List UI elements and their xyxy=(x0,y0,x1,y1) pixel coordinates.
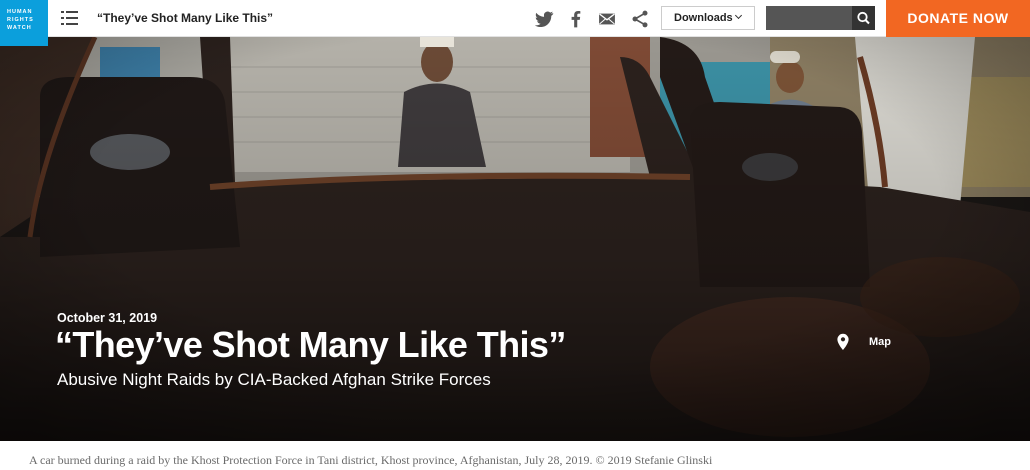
email-icon[interactable] xyxy=(597,9,617,29)
photo-caption: A car burned during a raid by the Khost … xyxy=(29,453,713,467)
map-label: Map xyxy=(869,336,891,348)
logo-line-1: HUMAN xyxy=(7,9,33,15)
menu-line xyxy=(66,23,78,25)
logo-line-3: WATCH xyxy=(7,25,32,31)
logo-line-2: RIGHTS xyxy=(7,17,34,23)
hero-image: October 31, 2019 “They’ve Shot Many Like… xyxy=(0,37,1030,441)
map-pin-icon xyxy=(837,333,849,350)
search-button[interactable] xyxy=(852,6,875,30)
search-icon xyxy=(857,11,870,25)
menu-line xyxy=(66,17,78,19)
downloads-label: Downloads xyxy=(674,12,733,24)
menu-line xyxy=(66,11,78,13)
report-subtitle: Abusive Night Raids by CIA-Backed Afghan… xyxy=(57,370,491,389)
menu-bullet xyxy=(61,11,64,13)
chevron-down-icon xyxy=(734,11,743,20)
search-input[interactable] xyxy=(766,6,852,30)
hrw-logo[interactable]: HUMAN RIGHTS WATCH xyxy=(0,0,48,46)
menu-bullet xyxy=(61,17,64,19)
share-icon[interactable] xyxy=(630,9,650,29)
downloads-dropdown[interactable]: Downloads xyxy=(661,6,755,30)
menu-bullet xyxy=(61,23,64,25)
facebook-icon[interactable] xyxy=(566,9,586,29)
report-title: “They’ve Shot Many Like This” xyxy=(55,324,566,365)
page-title: “They’ve Shot Many Like This” xyxy=(97,11,274,25)
twitter-icon[interactable] xyxy=(534,9,554,29)
publish-date: October 31, 2019 xyxy=(57,311,158,325)
donate-button[interactable]: DONATE NOW xyxy=(886,0,1030,37)
top-navigation-bar: HUMAN RIGHTS WATCH “They’ve Shot Many Li… xyxy=(0,0,1030,46)
menu-icon[interactable] xyxy=(61,11,78,25)
